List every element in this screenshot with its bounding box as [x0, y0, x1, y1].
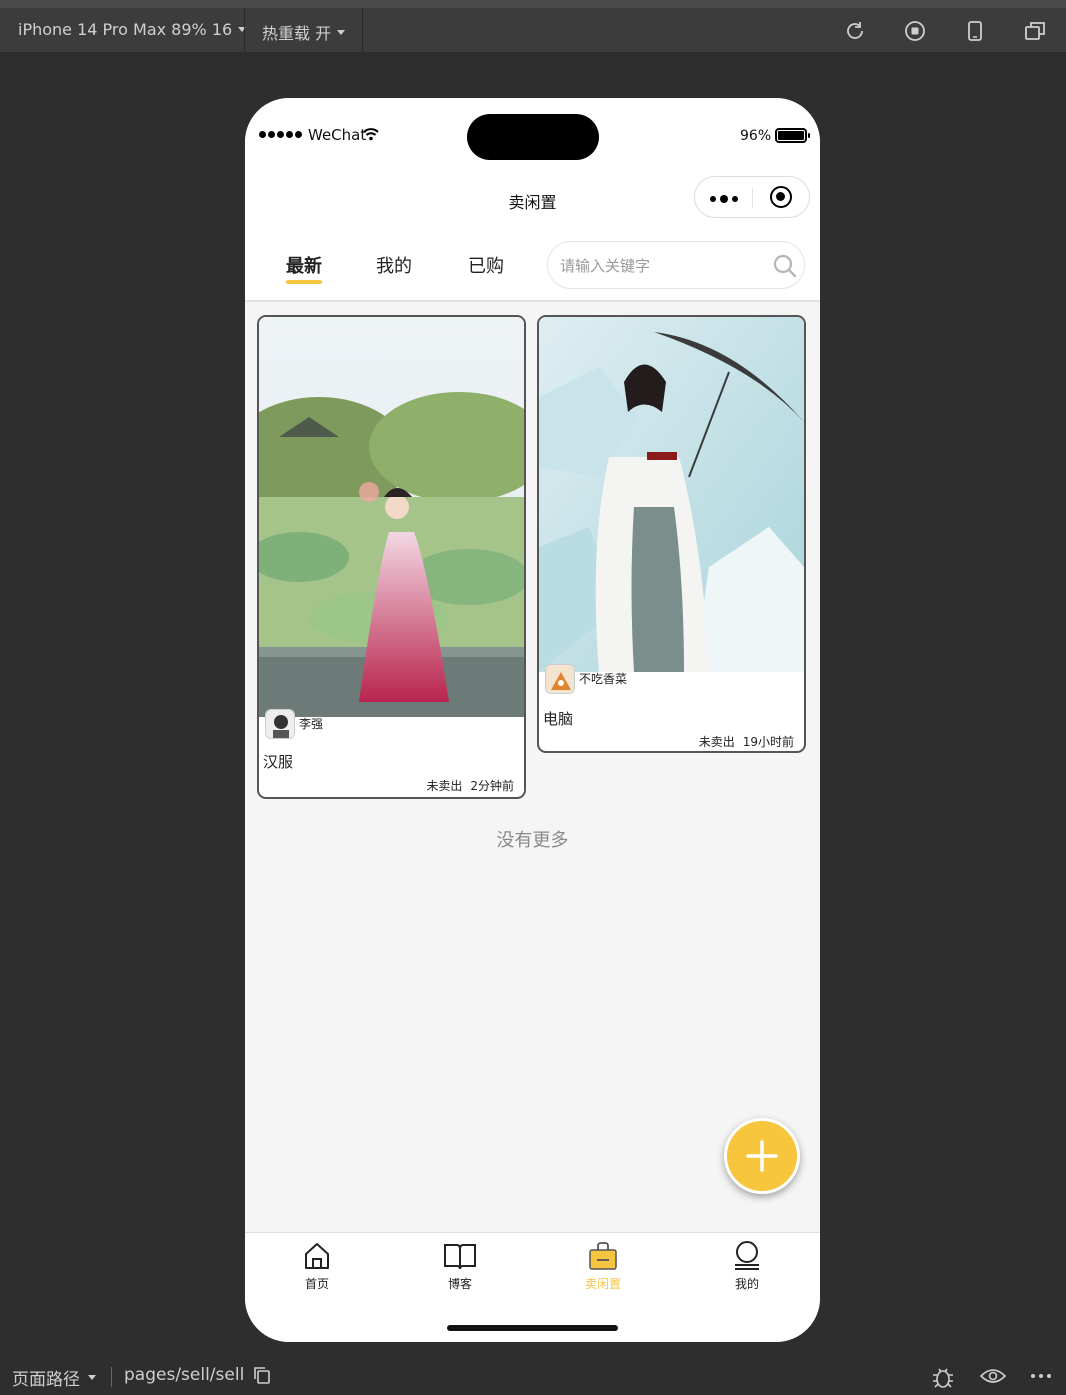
- plus-icon: [746, 1140, 778, 1172]
- wifi-icon: [363, 128, 379, 141]
- tab-home-label: 首页: [304, 1277, 329, 1291]
- product-card[interactable]: 李强 汉服 未卖出 2分钟前: [257, 315, 526, 799]
- page-path-value: pages/sell/sell: [124, 1365, 245, 1385]
- product-image: [259, 317, 524, 717]
- eye-icon[interactable]: [980, 1367, 1006, 1385]
- tab-profile-label: 我的: [734, 1277, 759, 1291]
- toolbar-divider: [362, 8, 363, 52]
- page-path: pages/sell/sell: [124, 1365, 272, 1385]
- user-icon: [735, 1241, 759, 1270]
- sale-status: 未卖出: [426, 779, 463, 793]
- tab-profile[interactable]: 我的: [707, 1241, 787, 1292]
- seller-name: 不吃香菜: [579, 672, 628, 686]
- devtools-footer: 页面路径 pages/sell/sell: [0, 1357, 1066, 1395]
- device-label: iPhone 14 Pro Max 89% 16: [18, 20, 233, 39]
- device-select[interactable]: iPhone 14 Pro Max 89% 16: [18, 20, 247, 39]
- toolbar-divider: [244, 8, 245, 52]
- battery-icon: [775, 128, 810, 143]
- tab-sell-label: 卖闲置: [584, 1277, 621, 1291]
- avatar: [265, 709, 295, 739]
- page-path-select[interactable]: 页面路径: [12, 1365, 96, 1390]
- copy-icon[interactable]: [252, 1365, 272, 1385]
- bug-icon[interactable]: [930, 1365, 956, 1389]
- seller-name: 李强: [299, 717, 324, 731]
- search-input[interactable]: [560, 254, 760, 278]
- active-tab-indicator: [286, 280, 322, 284]
- tab-blog-label: 博客: [447, 1277, 472, 1291]
- tab-mine[interactable]: 我的: [376, 252, 412, 278]
- more-icon[interactable]: [1030, 1373, 1052, 1379]
- navigation-bar: 卖闲置: [245, 170, 820, 228]
- chevron-down-icon: [88, 1375, 96, 1380]
- product-image: [539, 317, 804, 672]
- shopping-bag-icon: [589, 1242, 617, 1270]
- close-miniprogram-button[interactable]: [770, 186, 792, 208]
- post-time: 2分钟前: [470, 779, 514, 793]
- status-bar: WeChat 96%: [245, 98, 820, 170]
- tab-purchased[interactable]: 已购: [468, 252, 504, 278]
- hot-reload-toggle[interactable]: 热重载 开: [262, 20, 346, 44]
- capsule-divider: [752, 188, 753, 208]
- carrier-label: WeChat: [308, 126, 367, 144]
- phone-preview-icon[interactable]: [964, 20, 986, 42]
- avatar: [545, 664, 575, 694]
- product-title: 汉服: [263, 753, 294, 771]
- battery-percentage: 96%: [740, 128, 772, 144]
- search-icon[interactable]: [772, 253, 798, 279]
- list-end-text: 没有更多: [496, 830, 569, 851]
- sale-status: 未卖出: [698, 735, 735, 749]
- tab-home[interactable]: 首页: [277, 1241, 357, 1292]
- product-meta: 未卖出 19小时前: [699, 733, 794, 750]
- hot-reload-label: 热重载 开: [262, 24, 332, 43]
- detach-window-icon[interactable]: [1024, 20, 1046, 42]
- bottom-tab-bar: 首页 博客 卖闲置 我的: [245, 1232, 820, 1342]
- tab-sell[interactable]: 卖闲置: [563, 1241, 643, 1292]
- signal-icon: [259, 131, 302, 138]
- product-title: 电脑: [543, 710, 574, 728]
- refresh-icon[interactable]: [844, 20, 866, 42]
- add-item-button[interactable]: [724, 1118, 800, 1194]
- product-meta: 未卖出 2分钟前: [426, 777, 514, 794]
- more-options-button[interactable]: [710, 195, 738, 203]
- post-time: 19小时前: [742, 735, 794, 749]
- book-icon: [444, 1244, 476, 1270]
- home-indicator: [447, 1325, 618, 1331]
- product-card[interactable]: 不吃香菜 电脑 未卖出 19小时前: [537, 315, 806, 753]
- window-top-edge: [0, 0, 1066, 8]
- menu-capsule: [694, 176, 810, 218]
- phone-simulator: WeChat 96% 卖闲置 最新 我的 已购 请输入关键字 李强 汉服 未卖出…: [245, 98, 820, 1342]
- page-path-label: 页面路径: [12, 1370, 80, 1390]
- footer-divider: [111, 1367, 112, 1387]
- filter-tabs: 最新 我的 已购: [245, 228, 820, 302]
- search-box: [547, 241, 805, 289]
- chevron-down-icon: [337, 29, 346, 35]
- tab-blog[interactable]: 博客: [420, 1241, 500, 1292]
- tab-latest[interactable]: 最新: [286, 252, 322, 278]
- devtools-toolbar: iPhone 14 Pro Max 89% 16 热重载 开: [0, 8, 1066, 52]
- dynamic-island: [467, 114, 599, 160]
- stop-icon[interactable]: [904, 20, 926, 42]
- home-icon: [305, 1243, 329, 1269]
